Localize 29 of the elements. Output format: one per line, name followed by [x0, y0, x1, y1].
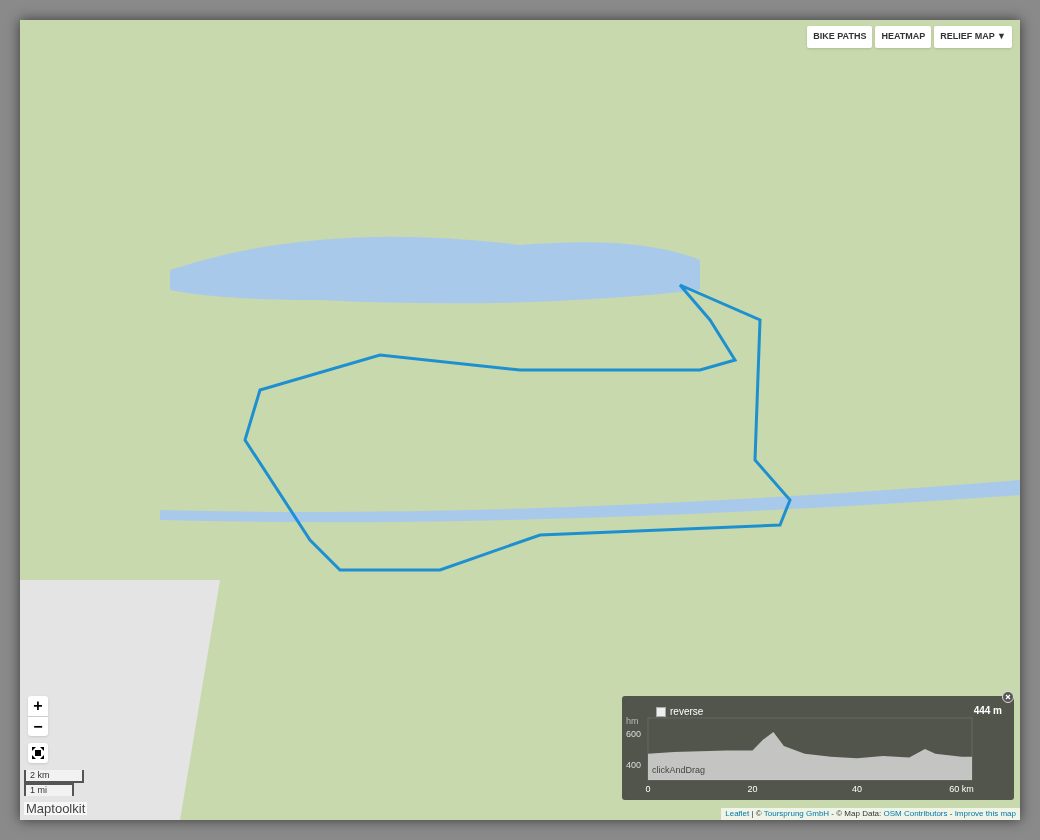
axis-tick-label: 60 km	[949, 784, 974, 794]
reverse-checkbox[interactable]	[656, 706, 666, 717]
attribution-link[interactable]: OSM Contributors	[883, 809, 948, 818]
axis-tick-label: 600	[626, 728, 642, 739]
axis-tick-label: 20	[747, 784, 758, 794]
attribution-text: | ©	[750, 809, 763, 818]
attribution-link[interactable]: Leaflet	[725, 809, 750, 818]
attribution-text: - © Map Data:	[830, 809, 883, 818]
scale-bar-metric: 2 km	[24, 770, 84, 783]
map-layer-button[interactable]: HEATMAP	[875, 26, 932, 48]
zoom-in-button[interactable]: +	[28, 696, 48, 716]
reverse-label: reverse	[670, 705, 704, 719]
attribution-text: -	[948, 809, 954, 818]
axis-tick-label: 0	[645, 784, 651, 794]
close-icon[interactable]	[1002, 691, 1014, 703]
attribution-link[interactable]: Toursprung GmbH	[763, 809, 830, 818]
fullscreen-icon	[32, 747, 44, 759]
map-layer-button[interactable]: RELIEF MAP ▼	[934, 26, 1012, 48]
fullscreen-button[interactable]	[28, 743, 48, 763]
map-layer-button[interactable]: BIKE PATHS	[807, 26, 873, 48]
axis-tick-label: 40	[852, 784, 863, 794]
axis-label: hm	[626, 716, 639, 726]
drag-hint: clickAndDrag	[652, 764, 706, 777]
elevation-reading: 444 m	[973, 704, 1002, 718]
zoom-out-button[interactable]: −	[28, 716, 48, 736]
scale-bar-imperial: 1 mi	[24, 783, 74, 796]
axis-tick-label: 400	[626, 759, 642, 770]
attribution-link[interactable]: Improve this map	[954, 809, 1016, 818]
logo-text: Maptoolkit	[24, 802, 88, 815]
